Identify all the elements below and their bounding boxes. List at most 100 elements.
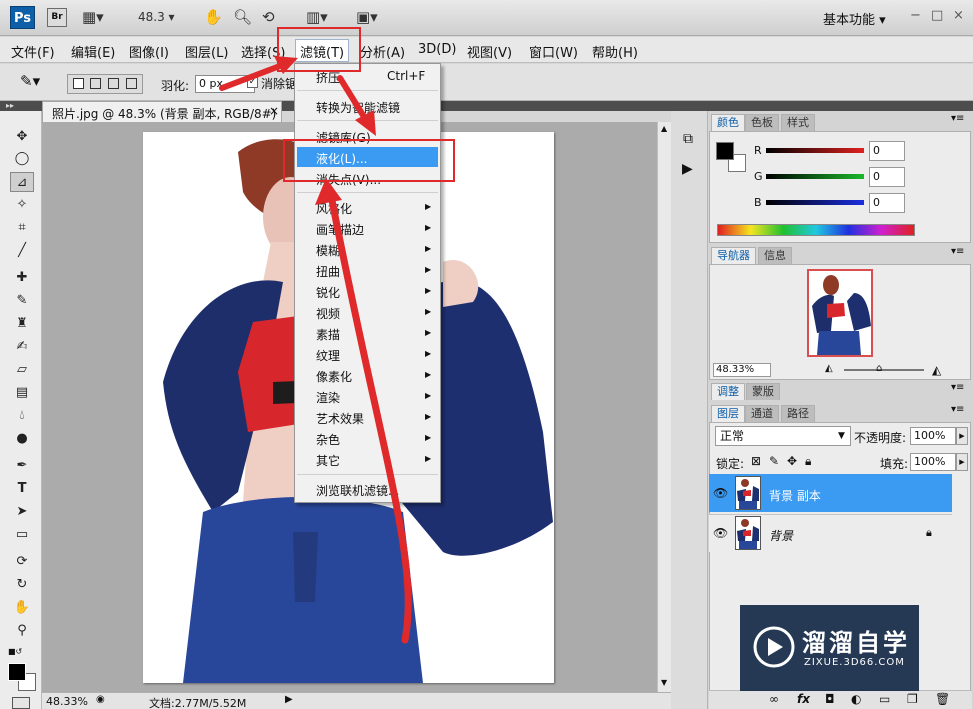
tab-navigator[interactable]: 导航器	[711, 247, 756, 264]
zoom-in-icon[interactable]: ◭	[932, 363, 941, 377]
layer-name[interactable]: 背景	[769, 527, 793, 544]
blue-slider[interactable]	[766, 200, 864, 205]
gradient-tool-icon[interactable]: ▤	[10, 383, 34, 403]
subtract-selection-icon[interactable]	[108, 78, 119, 89]
status-zoom[interactable]: 48.33%	[46, 695, 88, 708]
color-spectrum-ramp[interactable]	[717, 224, 915, 236]
layer-visibility-eye-icon[interactable]: 👁︎	[713, 486, 728, 500]
new-group-icon[interactable]: ▭	[879, 692, 890, 706]
elliptical-marquee-icon[interactable]: ◯	[10, 149, 34, 169]
tab-styles[interactable]: 样式	[781, 114, 815, 131]
submenu-stylize[interactable]: 风格化	[316, 200, 352, 217]
menu-item-convert-smart-filters[interactable]: 转换为智能滤镜	[316, 99, 400, 116]
screen-mode-icon[interactable]: ▣▾	[356, 7, 378, 27]
workspace-switcher[interactable]: 基本功能 ▾	[823, 9, 886, 28]
maximize-icon[interactable]: □	[931, 8, 943, 23]
quick-mask-icon[interactable]	[12, 697, 30, 709]
new-selection-icon[interactable]	[73, 78, 84, 89]
menu-view[interactable]: 视图(V)	[467, 42, 512, 61]
hand-tool-icon[interactable]: ✋	[204, 7, 223, 27]
scroll-down-icon[interactable]: ▼	[661, 678, 667, 687]
intersect-selection-icon[interactable]	[126, 78, 137, 89]
submenu-render[interactable]: 渲染	[316, 389, 340, 406]
menu-layer[interactable]: 图层(L)	[185, 42, 228, 61]
history-brush-icon[interactable]: ✍	[10, 337, 34, 357]
brush-tool-icon[interactable]: ✎	[10, 291, 34, 311]
antialias-checkbox[interactable]: ✓	[247, 77, 258, 88]
3d-orbit-icon[interactable]: ↻	[10, 575, 34, 595]
link-layers-icon[interactable]: ∞	[769, 692, 779, 706]
status-arrow-icon[interactable]: ▶	[285, 694, 293, 705]
panel-menu-icon[interactable]: ▾≡	[951, 382, 964, 393]
move-tool-icon[interactable]: ✥	[10, 127, 34, 147]
fill-slider-button[interactable]: ▶	[956, 453, 968, 471]
blend-mode-select[interactable]: 正常 ▼	[715, 426, 851, 446]
navigator-preview[interactable]	[807, 269, 873, 357]
color-foreground-swatch[interactable]	[716, 142, 734, 160]
panel-menu-icon[interactable]: ▾≡	[951, 246, 964, 257]
collapse-toolbox-icon[interactable]: ▸▸	[6, 101, 14, 110]
menu-edit[interactable]: 编辑(E)	[71, 42, 115, 61]
rectangle-tool-icon[interactable]: ▭	[10, 525, 34, 545]
opacity-input[interactable]: 100%	[910, 427, 956, 445]
document-tab[interactable]: 照片.jpg @ 48.3% (背景 副本, RGB/8#) * ×	[42, 101, 282, 136]
submenu-artistic[interactable]: 艺术效果	[316, 410, 364, 427]
green-slider[interactable]	[766, 174, 864, 179]
lock-image-icon[interactable]: ✎	[769, 454, 779, 468]
submenu-brush-strokes[interactable]: 画笔描边	[316, 221, 364, 238]
red-slider[interactable]	[766, 148, 864, 153]
polygonal-lasso-icon[interactable]: ⊿	[10, 172, 34, 192]
menu-image[interactable]: 图像(I)	[129, 42, 169, 61]
view-extras-icon[interactable]: ▦▾	[82, 7, 104, 27]
minimize-icon[interactable]: −	[910, 8, 921, 23]
menu-window[interactable]: 窗口(W)	[529, 42, 578, 61]
tab-paths[interactable]: 路径	[781, 405, 815, 422]
menu-3d[interactable]: 3D(D)	[418, 42, 456, 57]
bridge-button[interactable]: Br	[47, 8, 67, 27]
red-value-input[interactable]: 0	[869, 141, 905, 161]
layer-style-icon[interactable]: fx	[797, 692, 810, 706]
submenu-texture[interactable]: 纹理	[316, 347, 340, 364]
status-info-icon[interactable]: ◉	[96, 694, 105, 705]
tab-masks[interactable]: 蒙版	[746, 383, 780, 400]
scroll-up-icon[interactable]: ▲	[661, 124, 667, 133]
dodge-tool-icon[interactable]: ●	[10, 429, 34, 449]
foreground-color-swatch[interactable]	[8, 663, 26, 681]
zoom-tool-icon[interactable]: 🔍︎	[233, 7, 252, 27]
adjustment-layer-icon[interactable]: ◐	[851, 692, 861, 706]
tab-swatches[interactable]: 色板	[745, 114, 779, 131]
add-mask-icon[interactable]: ◘	[825, 692, 835, 706]
submenu-pixelate[interactable]: 像素化	[316, 368, 352, 385]
submenu-noise[interactable]: 杂色	[316, 431, 340, 448]
arrange-documents-icon[interactable]: ▥▾	[306, 7, 328, 27]
new-layer-icon[interactable]: ❐	[907, 692, 918, 706]
tab-channels[interactable]: 通道	[745, 405, 779, 422]
opacity-slider-button[interactable]: ▶	[956, 427, 968, 445]
actions-panel-icon[interactable]: ▶	[682, 161, 693, 177]
blue-value-input[interactable]: 0	[869, 193, 905, 213]
zoom-slider-handle[interactable]: ⌂	[876, 363, 882, 374]
tab-color[interactable]: 颜色	[711, 114, 745, 131]
close-document-icon[interactable]: ×	[269, 104, 279, 118]
panel-menu-icon[interactable]: ▾≡	[951, 404, 964, 415]
selection-mode-buttons[interactable]	[67, 74, 143, 94]
history-panel-icon[interactable]: ⧉	[683, 131, 693, 147]
3d-rotate-icon[interactable]: ⟳	[10, 552, 34, 572]
lasso-preset-icon[interactable]: ✎▾	[20, 72, 40, 90]
tab-info[interactable]: 信息	[758, 247, 792, 264]
green-value-input[interactable]: 0	[869, 167, 905, 187]
navigator-zoom-slider[interactable]	[844, 369, 924, 371]
eraser-tool-icon[interactable]: ▱	[10, 360, 34, 380]
submenu-other[interactable]: 其它	[316, 452, 340, 469]
eyedropper-icon[interactable]: ╱	[10, 241, 34, 261]
lock-all-icon[interactable]: 🔒︎	[805, 454, 811, 469]
menu-analysis[interactable]: 分析(A)	[360, 42, 405, 61]
zoom-tool-icon[interactable]: ⚲	[10, 621, 34, 641]
zoom-out-icon[interactable]: ◭	[825, 363, 833, 374]
tab-layers[interactable]: 图层	[711, 405, 745, 422]
menu-item-browse-online-filters[interactable]: 浏览联机滤镜...	[316, 482, 399, 499]
feather-input[interactable]: 0 px	[195, 75, 255, 93]
panel-menu-icon[interactable]: ▾≡	[951, 113, 964, 124]
clone-stamp-icon[interactable]: ♜	[10, 314, 34, 334]
submenu-sketch[interactable]: 素描	[316, 326, 340, 343]
